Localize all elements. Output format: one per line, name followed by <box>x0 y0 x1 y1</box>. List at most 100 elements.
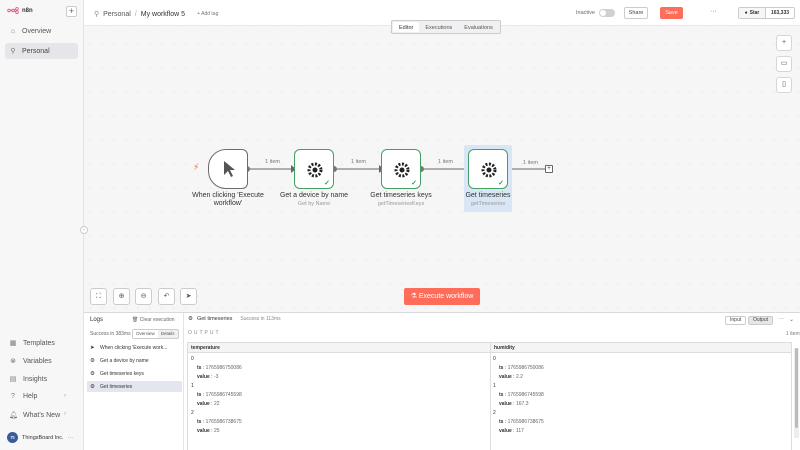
node-subtitle: getTimeseries <box>470 201 506 207</box>
log-entry[interactable]: ⚙ Get timeseries <box>87 381 182 392</box>
scrollbar[interactable] <box>794 348 799 438</box>
node-title: Get a device by name <box>279 192 349 199</box>
success-check-icon: ✓ <box>498 180 504 187</box>
sidebar-item-label: Variables <box>23 357 52 365</box>
folder-icon: ⚲ <box>94 11 100 18</box>
github-icon: ● <box>744 10 748 16</box>
tab-overview[interactable]: Overview <box>133 330 158 338</box>
sidebar-item-insights[interactable]: ▤ Insights <box>9 375 48 384</box>
templates-icon: ▦ <box>9 340 17 347</box>
github-star-button[interactable]: ● Star 163,333 <box>738 7 795 19</box>
logo[interactable]: n8n <box>7 7 33 14</box>
thingsboard-icon <box>394 162 410 178</box>
log-entry-label: Get a device by name <box>100 357 149 364</box>
breadcrumb: ⚲ Personal / My workflow 5 + Add tag <box>94 10 218 19</box>
log-entry[interactable]: ⚙ Get a device by name <box>87 355 182 366</box>
sidebar-item-variables[interactable]: ⊗ Variables <box>9 357 52 366</box>
insights-icon: ▤ <box>9 376 17 383</box>
workflow-title[interactable]: My workflow 5 <box>141 11 185 18</box>
bell-icon: 🔔︎ <box>9 412 18 419</box>
node-manual-trigger[interactable] <box>208 149 248 189</box>
user-menu[interactable]: TI ThingsBoard Inc. ··· <box>7 432 73 443</box>
active-toggle[interactable] <box>599 9 615 17</box>
input-toggle[interactable]: Input <box>725 316 747 325</box>
undo-icon[interactable]: ↶ <box>158 288 175 305</box>
thingsboard-icon: ⚙ <box>90 383 95 390</box>
thingsboard-icon: ⚙ <box>90 357 95 364</box>
log-entry[interactable]: ⚙ Get timeseries keys <box>87 368 182 379</box>
pointer-icon[interactable]: ➤ <box>180 288 197 305</box>
node-get-device[interactable]: ✓ <box>294 149 334 189</box>
sidebar-item-personal[interactable]: ⚲ Personal <box>5 43 78 59</box>
fit-view-icon[interactable]: ⛶ <box>90 288 107 305</box>
sidebar-item-overview[interactable]: ⌂ Overview <box>5 23 78 39</box>
thingsboard-icon: ⚙ <box>188 316 193 322</box>
sidebar-item-label: Help <box>23 393 38 400</box>
thingsboard-icon <box>307 162 323 178</box>
execute-label: Execute workflow <box>418 293 474 300</box>
breadcrumb-project[interactable]: Personal <box>103 11 131 18</box>
node-get-timeseries[interactable]: ✓ <box>468 149 508 189</box>
flask-icon: ⚗ <box>410 293 419 300</box>
status-label: Inactive <box>576 10 595 16</box>
output-toggle[interactable]: Output <box>748 316 774 325</box>
table-cell: 0 ts : 1765986750086 value : -3 <box>191 356 242 380</box>
node-get-timeseries-keys[interactable]: ✓ <box>381 149 421 189</box>
table-cell: 0 ts : 1765986750086 value : 2.2 <box>493 356 544 380</box>
node-title: When clicking 'Execute workflow' <box>192 192 264 207</box>
sidebar: n8n + ⌂ Overview ⚲ Personal ▦ Templates … <box>0 0 84 450</box>
thingsboard-icon <box>481 162 497 178</box>
table-cell: 1 ts : 1765986745598 value : 22 <box>191 383 242 407</box>
chevron-right-icon: › <box>64 393 66 399</box>
logo-text: n8n <box>22 7 33 14</box>
sidebar-item-templates[interactable]: ▦ Templates <box>9 339 55 348</box>
more-icon[interactable]: ··· <box>68 435 74 441</box>
clear-execution-button[interactable]: 🗑︎ Clear execution <box>132 317 175 323</box>
column-header: humidity <box>490 343 791 353</box>
share-button[interactable]: Share <box>624 7 648 19</box>
variables-icon: ⊗ <box>10 358 16 365</box>
output-panel: ⚙ Get timeseries Success in 113ms Input … <box>184 313 800 450</box>
sidebar-item-help[interactable]: ? Help <box>9 393 37 400</box>
sidebar-item-whats-new[interactable]: 🔔︎ What's New <box>9 411 61 420</box>
output-node-header: ⚙ Get timeseries Success in 113ms <box>188 316 281 322</box>
connection-item-count: 1 item <box>523 160 538 166</box>
connection-item-count: 1 item <box>351 159 366 165</box>
connections-layer <box>244 165 545 173</box>
log-entry-label: Get timeseries <box>100 383 133 390</box>
save-button[interactable]: Save <box>660 7 683 19</box>
log-entry-label: Get timeseries keys <box>100 370 144 377</box>
output-table: temperature humidity 0 ts : 176598675008… <box>187 342 792 450</box>
add-button[interactable]: + <box>66 6 77 17</box>
sidebar-item-label: Personal <box>22 47 50 55</box>
add-tag-button[interactable]: + Add tag <box>197 11 218 17</box>
log-entry[interactable]: ➤ When clicking 'Execute work... <box>87 342 182 353</box>
chevron-down-icon[interactable]: ⌄ <box>789 316 794 323</box>
collapse-sidebar-icon[interactable]: ‹ <box>80 226 88 234</box>
home-icon: ⌂ <box>10 27 16 35</box>
tab-details[interactable]: Details <box>158 330 178 338</box>
zoom-out-icon[interactable]: ⊖ <box>135 288 152 305</box>
connection-item-count: 1 item <box>265 159 280 165</box>
clear-label: Clear execution <box>139 317 175 323</box>
log-view-toggle: Overview Details <box>132 329 179 339</box>
add-next-node-button[interactable]: + <box>545 165 553 173</box>
logs-overview: Logs 🗑︎ Clear execution Success in 383ms… <box>84 313 184 450</box>
n8n-logo-icon <box>7 7 19 14</box>
execute-workflow-button[interactable]: ⚗ Execute workflow <box>404 288 480 305</box>
sidebar-item-label: What's New <box>23 411 61 419</box>
zoom-in-icon[interactable]: ⊕ <box>113 288 130 305</box>
node-title: Get timeseries keys <box>370 192 432 199</box>
output-section-label: OUTPUT <box>188 330 221 336</box>
more-options-icon[interactable]: ··· <box>778 316 784 322</box>
more-options-icon[interactable]: ··· <box>710 8 717 15</box>
cursor-icon: ➤ <box>90 344 95 351</box>
logs-title: Logs <box>90 317 104 323</box>
star-count: 163,333 <box>770 10 790 16</box>
user-icon: ⚲ <box>10 48 16 55</box>
workflow-canvas[interactable]: Editor Executions Evaluations + ▭ ▯ ⚡︎ ✓… <box>80 20 800 312</box>
node-subtitle: Get by Name <box>297 201 331 207</box>
help-icon: ? <box>11 393 15 400</box>
sidebar-item-label: Insights <box>23 375 48 383</box>
user-name: ThingsBoard Inc. <box>22 434 64 441</box>
